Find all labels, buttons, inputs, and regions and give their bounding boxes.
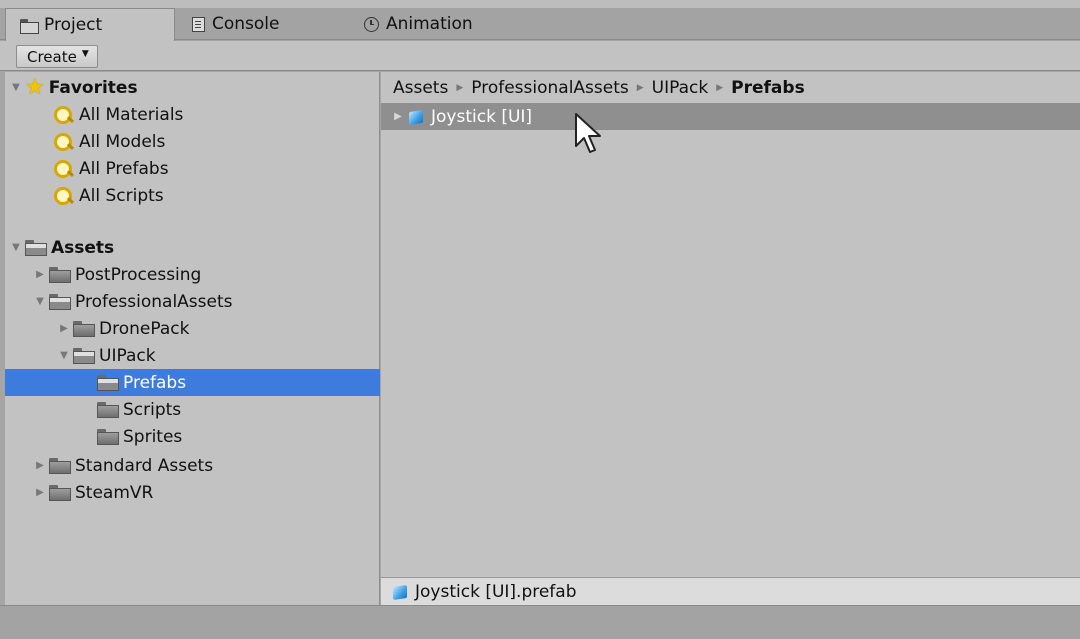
expand-down-icon[interactable]: ▼ [9,241,23,255]
expand-right-icon[interactable]: ▶ [33,486,47,500]
breadcrumb: Assets ▶ ProfessionalAssets ▶ UIPack ▶ P… [393,76,805,100]
star-icon: ★ [25,74,45,100]
favorite-item[interactable]: All Materials [5,101,380,128]
tree-item-label: All Prefabs [79,158,169,179]
project-folder-icon [20,18,39,34]
folder-open-icon [97,374,119,391]
tree-item-favorites[interactable]: ▼ ★ Favorites [5,74,380,101]
prefab-cube-icon [407,108,425,126]
folder-icon [97,401,119,418]
tab-label: Project [44,15,103,35]
tree-item-steamvr[interactable]: ▶ SteamVR [5,479,380,506]
dropdown-caret-icon: ▼ [81,48,89,59]
tree-item-sprites[interactable]: Sprites [5,423,380,450]
tree-item-label: ProfessionalAssets [75,291,233,312]
tree-item-label: Scripts [123,399,182,420]
tree-item-professionalassets[interactable]: ▼ ProfessionalAssets [5,288,380,315]
tree-item-label: SteamVR [75,482,154,503]
tab-bar: Project Console Animation [0,8,1080,41]
mouse-cursor-icon [575,113,601,153]
breadcrumb-item[interactable]: UIPack [652,78,709,98]
tree-item-label: Prefabs [123,372,187,393]
create-button-label: Create [27,47,77,66]
folder-icon [49,266,71,283]
tree-item-label: UIPack [99,345,156,366]
tab-animation[interactable]: Animation [350,8,530,40]
tree-item-uipack[interactable]: ▼ UIPack [5,342,380,369]
tab-console[interactable]: Console [178,8,348,40]
folder-tree-panel: ▼ ★ Favorites All Materials All Models A… [5,72,380,605]
tree-item-prefabs[interactable]: Prefabs [5,369,380,396]
bottom-bar [0,605,1080,639]
expand-right-icon[interactable]: ▶ [33,459,47,473]
tree-item-label: All Materials [79,104,184,125]
tree-item-label: Assets [51,237,115,258]
folder-icon [49,457,71,474]
tree-item-scripts[interactable]: Scripts [5,396,380,423]
favorite-item[interactable]: All Models [5,128,380,155]
tree-item-label: Standard Assets [75,455,214,476]
breadcrumb-item-current[interactable]: Prefabs [731,78,805,98]
asset-item-joystick[interactable]: ▶ Joystick [UI] [381,103,1080,130]
create-button[interactable]: Create ▼ [16,45,98,68]
breadcrumb-separator-icon: ▶ [456,83,464,93]
favorite-item[interactable]: All Prefabs [5,155,380,182]
breadcrumb-item[interactable]: Assets [393,78,448,98]
console-icon [192,16,205,32]
tree-item-postprocessing[interactable]: ▶ PostProcessing [5,261,380,288]
tree-item-label: Favorites [48,77,138,98]
folder-open-icon [73,347,95,364]
tree-item-label: DronePack [99,318,190,339]
tab-label: Animation [386,14,473,34]
prefab-cube-icon [391,583,409,601]
search-icon [53,105,75,125]
folder-open-icon [49,293,71,310]
search-icon [53,132,75,152]
search-icon [53,159,75,179]
expand-down-icon[interactable]: ▼ [33,295,47,309]
breadcrumb-separator-icon: ▶ [636,83,644,93]
tree-item-standard-assets[interactable]: ▶ Standard Assets [5,452,380,479]
tree-item-label: PostProcessing [75,264,202,285]
expand-down-icon[interactable]: ▼ [9,81,23,95]
tree-item-assets[interactable]: ▼ Assets [5,234,380,261]
expand-right-icon[interactable]: ▶ [391,110,405,124]
clock-icon [364,16,379,32]
folder-icon [73,320,95,337]
folder-icon [97,428,119,445]
selected-file-name: Joystick [UI].prefab [415,581,577,602]
expand-right-icon[interactable]: ▶ [57,322,71,336]
tree-item-label: All Scripts [79,185,164,206]
folder-icon [49,484,71,501]
folder-open-icon [25,239,47,256]
breadcrumb-item[interactable]: ProfessionalAssets [471,78,629,98]
search-icon [53,186,75,206]
tab-label: Console [212,14,280,34]
expand-right-icon[interactable]: ▶ [33,268,47,282]
selection-status-bar: Joystick [UI].prefab [381,577,1080,605]
breadcrumb-separator-icon: ▶ [716,83,724,93]
tab-project[interactable]: Project [5,8,175,41]
tree-item-label: Sprites [123,426,183,447]
tree-item-label: All Models [79,131,166,152]
asset-content-panel: Assets ▶ ProfessionalAssets ▶ UIPack ▶ P… [381,72,1080,577]
favorite-item[interactable]: All Scripts [5,182,380,209]
asset-item-label: Joystick [UI] [431,106,533,127]
tree-item-dronepack[interactable]: ▶ DronePack [5,315,380,342]
window-top-strip [0,0,1080,8]
project-toolbar: Create ▼ [0,41,1080,71]
expand-down-icon[interactable]: ▼ [57,349,71,363]
